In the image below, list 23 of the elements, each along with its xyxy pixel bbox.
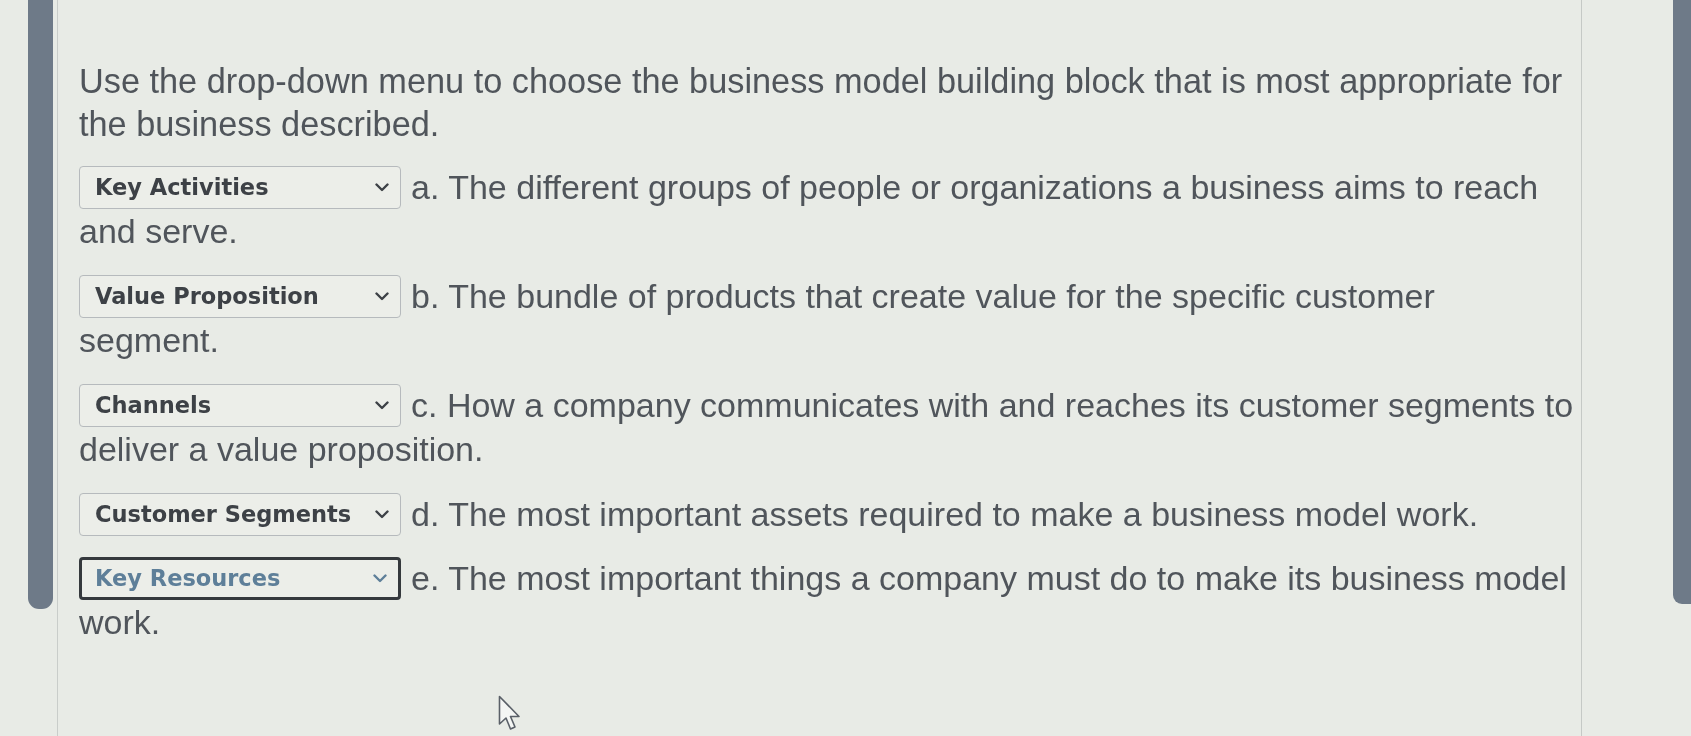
- chevron-down-icon: [375, 182, 389, 192]
- scrollbar-thumb[interactable]: [28, 0, 53, 609]
- scrollbar-thumb[interactable]: [1673, 0, 1691, 604]
- chevron-down-icon: [373, 573, 387, 583]
- description-text: b. The bundle of products that create value for the specific customer: [411, 275, 1435, 317]
- description-text: c. How a company communicates with and reaches its customer segments to: [411, 384, 1574, 426]
- dropdown-select[interactable]: Customer Segments: [79, 492, 401, 536]
- dropdown-select[interactable]: Channels: [79, 383, 401, 427]
- description-text: e. The most important things a company must do to make its business model: [411, 557, 1567, 599]
- instruction-text: Use the drop-down menu to choose the business model building block that is most appropriate for the business described.: [79, 61, 1564, 145]
- dropdown-select[interactable]: Key Activities: [79, 165, 401, 209]
- description-text: d. The most important assets required to make a business model work.: [411, 493, 1479, 535]
- mouse-cursor-icon: [498, 695, 521, 731]
- chevron-down-icon: [375, 400, 389, 410]
- description-text: deliver a value proposition.: [79, 429, 484, 470]
- description-text: work.: [79, 602, 161, 643]
- description-text: segment.: [79, 320, 219, 361]
- chevron-down-icon: [375, 509, 389, 519]
- chevron-down-icon: [375, 291, 389, 301]
- description-text: a. The different groups of people or organizations a business aims to reach: [411, 166, 1539, 208]
- dropdown-select[interactable]: Key Resources: [79, 556, 401, 600]
- dropdown-select[interactable]: Value Proposition: [79, 274, 401, 318]
- description-text: and serve.: [79, 211, 238, 252]
